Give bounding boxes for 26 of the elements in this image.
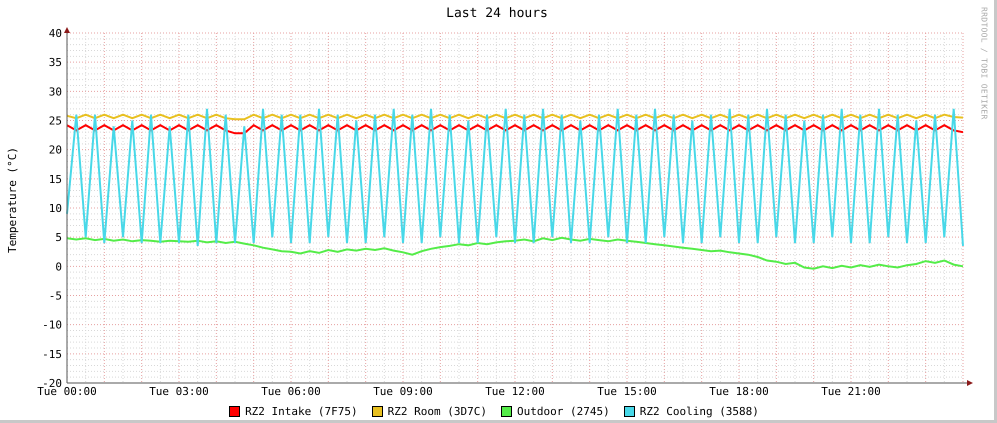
legend-label: RZ2 Cooling (3588) [640,404,759,418]
legend-label: RZ2 Room (3D7C) [388,404,487,418]
y-tick-label: 30 [48,85,62,98]
y-tick-label: 35 [48,56,62,70]
x-tick-label: Tue 06:00 [261,385,321,398]
x-tick-label: Tue 12:00 [485,385,545,398]
y-tick-label: 15 [48,172,62,186]
y-tick-label: 25 [48,114,62,128]
x-tick-label: Tue 15:00 [597,385,657,398]
chart-title: Last 24 hours [446,6,548,21]
y-tick-label: 0 [55,260,62,274]
y-tick-label: 20 [48,144,62,157]
credit-text: RRDTOOL / TOBI OETIKER [980,7,988,120]
legend-label: Outdoor (2745) [517,404,610,418]
legend-label: RZ2 Intake (7F75) [245,404,358,418]
axis-title: Temperature (°C) [6,146,18,252]
y-tick-label: -15 [42,348,62,361]
y-tick-label: -5 [48,290,62,302]
y-tick-label: 40 [48,27,62,40]
y-tick-label: 5 [55,231,62,244]
x-tick-label: Tue 03:00 [149,385,209,398]
x-tick-label: Tue 21:00 [821,385,881,398]
y-tick-label: 10 [48,202,62,215]
x-tick-label: Tue 09:00 [373,385,433,398]
x-tick-label: Tue 18:00 [709,385,769,398]
y-tick-label: -10 [42,318,62,332]
